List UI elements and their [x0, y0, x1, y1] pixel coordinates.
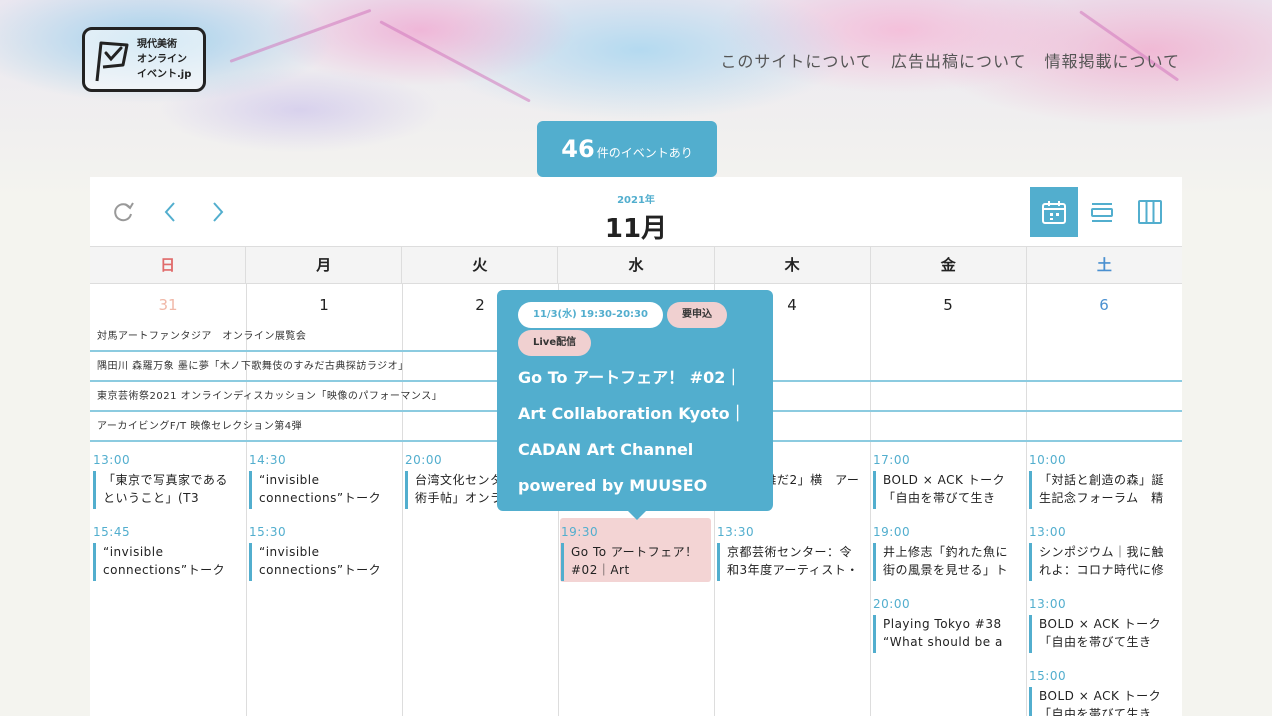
- tooltip-title[interactable]: Go To アートフェア！ #02｜ Art Collaboration Kyo…: [518, 360, 753, 504]
- nav-advertising[interactable]: 広告出稿について: [891, 48, 1027, 72]
- weekday-fri: 金: [871, 247, 1027, 283]
- month-heading: 2021年 11月: [90, 191, 1182, 245]
- weekday-mon: 月: [246, 247, 403, 283]
- day-number[interactable]: 31: [90, 296, 246, 314]
- event-title[interactable]: “invisible connections”トーク: [249, 543, 395, 581]
- event-title[interactable]: 「対話と創造の森」誕生記念フォーラム 精: [1029, 471, 1175, 509]
- event-time: 13:30: [717, 525, 755, 539]
- event-title[interactable]: “invisible connections”トーク: [249, 471, 395, 509]
- event-tooltip[interactable]: 11/3(水) 19:30-20:30 要申込 Live配信 Go To アートフェ…: [497, 290, 773, 520]
- event-time: 15:45: [93, 525, 131, 539]
- calendar-month: 11月: [604, 214, 668, 244]
- event-time: 13:00: [1029, 525, 1067, 539]
- weekday-sat: 土: [1096, 256, 1112, 274]
- site-logo[interactable]: 現代美術 オンライン イベント.jp: [82, 27, 206, 92]
- tooltip-tags: 11/3(水) 19:30-20:30 要申込 Live配信: [518, 302, 753, 358]
- weekday-thu: 木: [715, 247, 871, 283]
- event-count-label: 件のイベントあり: [596, 145, 693, 160]
- event-time: 13:00: [1029, 597, 1067, 611]
- event-time: 15:00: [1029, 669, 1067, 683]
- event-time: 10:00: [1029, 453, 1067, 467]
- day-number[interactable]: 1: [246, 296, 402, 314]
- month-view-button[interactable]: [1030, 187, 1078, 237]
- columns-icon: [1138, 200, 1162, 224]
- tag-live-stream: Live配信: [518, 330, 592, 356]
- tooltip-title-line: Go To アートフェア！ #02｜: [518, 368, 742, 387]
- event-time: 17:00: [873, 453, 911, 467]
- tooltip-title-line: Art Collaboration Kyoto｜: [518, 404, 746, 423]
- event-time: 15:30: [249, 525, 287, 539]
- calendar-year: 2021年: [617, 195, 655, 206]
- nav-listing-info[interactable]: 情報掲載について: [1044, 48, 1180, 72]
- column-divider: [1026, 284, 1027, 716]
- event-title[interactable]: 井上修志「釣れた魚に街の風景を見せる」ト: [873, 543, 1019, 581]
- nav-about-site[interactable]: このサイトについて: [720, 48, 873, 72]
- calendar-icon: [1042, 201, 1066, 224]
- event-title[interactable]: Playing Tokyo #38 “What should be a: [873, 615, 1019, 653]
- event-title[interactable]: BOLD × ACK トーク「自由を帯びて生き: [1029, 615, 1175, 653]
- tag-application-required: 要申込: [666, 302, 727, 328]
- event-time: 19:00: [873, 525, 911, 539]
- event-time: 20:00: [873, 597, 911, 611]
- list-view-button[interactable]: [1078, 187, 1126, 237]
- list-view-icon: [1091, 203, 1113, 222]
- event-title[interactable]: 京都芸術センター：令和3年度アーティスト・: [717, 543, 863, 581]
- day-number[interactable]: 6: [1026, 296, 1182, 314]
- span-event[interactable]: 対馬アートファンタジア オンライン展覧会: [90, 322, 558, 352]
- flag-icon: [95, 41, 129, 81]
- event-count-number: 46: [561, 135, 595, 163]
- top-navigation: このサイトについて 広告出稿について 情報掲載について: [720, 48, 1180, 72]
- day-number[interactable]: 5: [870, 296, 1026, 314]
- logo-text: 現代美術 オンライン イベント.jp: [137, 39, 192, 80]
- event-time: 14:30: [249, 453, 287, 467]
- event-count-badge: 46 件のイベントあり: [537, 121, 717, 177]
- calendar-toolbar: 2021年 11月: [90, 177, 1182, 246]
- event-title[interactable]: Go To アートフェア！#02｜Art: [561, 543, 707, 581]
- event-title[interactable]: BOLD × ACK トーク「自由を帯びて生き: [1029, 687, 1175, 716]
- week-view-button[interactable]: [1126, 187, 1174, 237]
- event-title[interactable]: シンポジウム｜我に触れよ：コロナ時代に修: [1029, 543, 1175, 581]
- event-time: 20:00: [405, 453, 443, 467]
- tooltip-title-line: powered by MUUSEO: [518, 476, 708, 495]
- event-title[interactable]: BOLD × ACK トーク「自由を帯びて生き: [873, 471, 1019, 509]
- event-title[interactable]: 「東京で写真家であるということ」(T3: [93, 471, 239, 509]
- tooltip-title-line: CADAN Art Channel: [518, 440, 694, 459]
- weekday-sun: 日: [90, 247, 247, 283]
- tooltip-datetime: 11/3(水) 19:30-20:30: [518, 302, 663, 328]
- event-time: 13:00: [93, 453, 131, 467]
- event-title[interactable]: “invisible connections”トーク: [93, 543, 239, 581]
- weekday-tue: 火: [402, 247, 559, 283]
- weekday-header: 日 月 火 水 木 金 土: [90, 246, 1182, 284]
- column-divider: [870, 284, 871, 716]
- event-time: 19:30: [561, 525, 599, 539]
- weekday-wed: 水: [558, 247, 715, 283]
